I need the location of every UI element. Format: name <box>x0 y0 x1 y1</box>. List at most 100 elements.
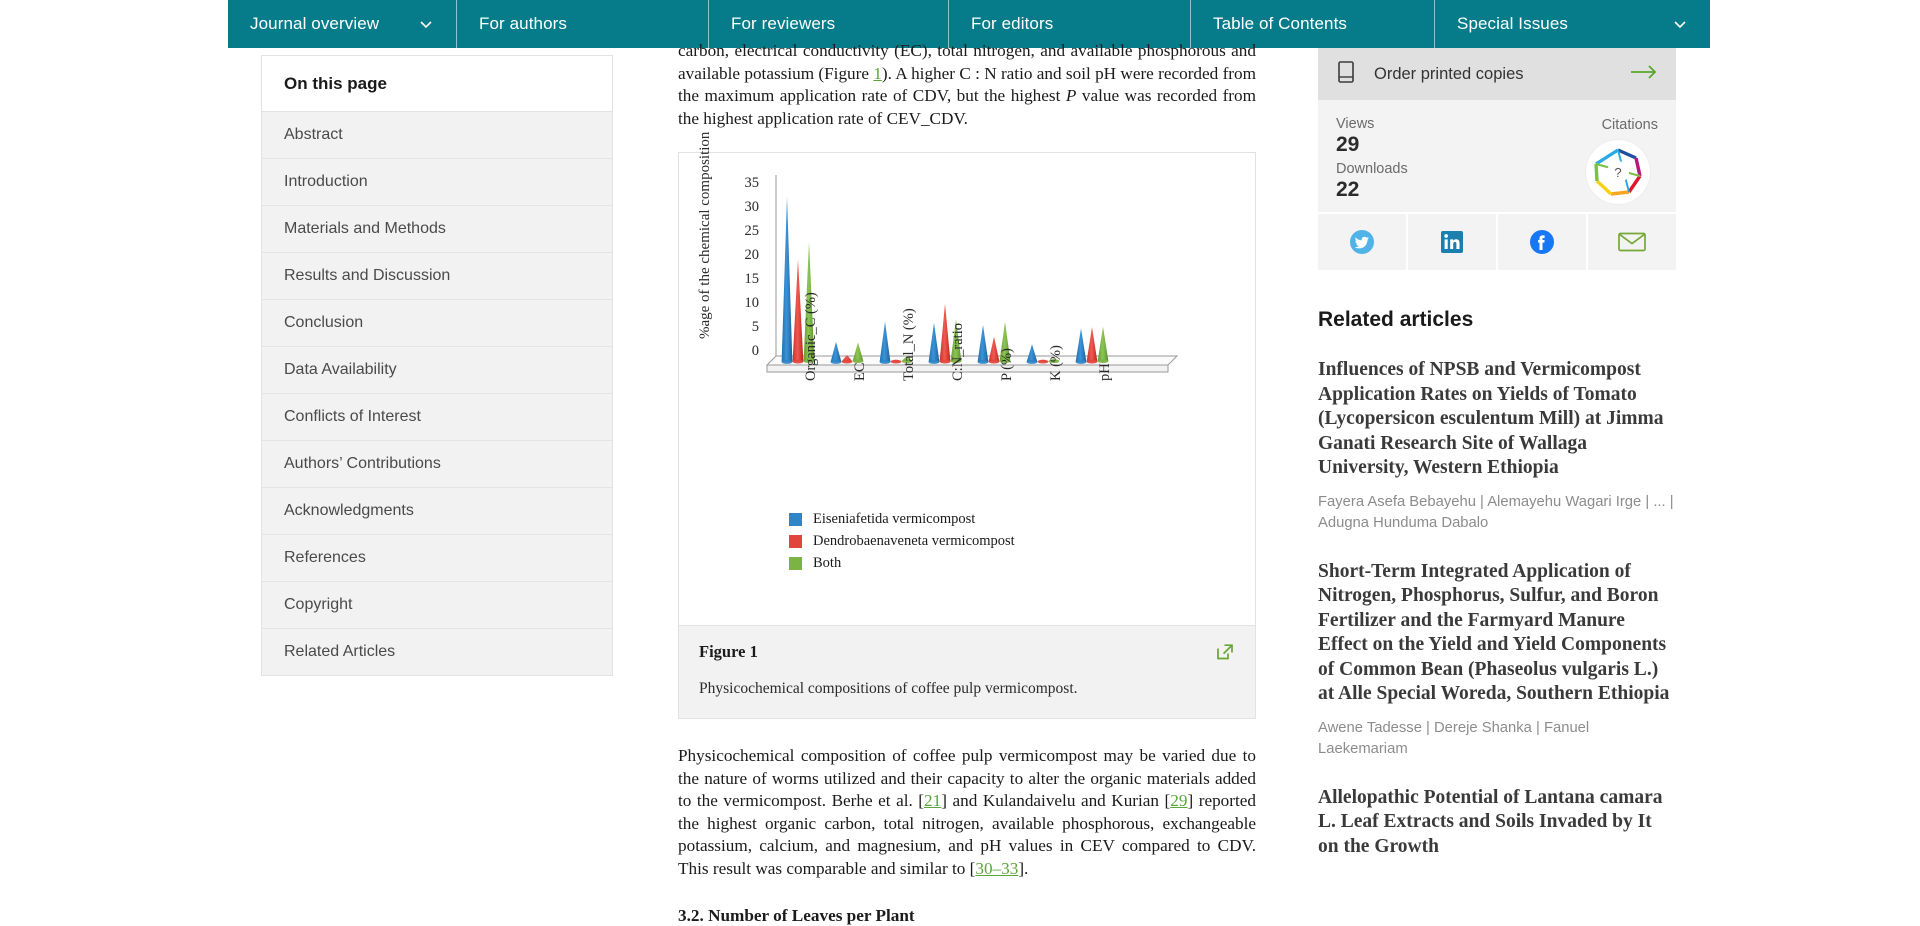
legend-label: Dendrobaenaveneta vermicompost <box>813 533 1015 549</box>
figure-image[interactable]: %age of the chemical composition 35 30 2… <box>679 132 1255 625</box>
sidebar-item-copyright[interactable]: Copyright <box>262 582 612 629</box>
x-tick: EC <box>852 362 868 381</box>
linkedin-icon <box>1441 231 1463 253</box>
x-tick: C:N_ratio <box>950 323 966 381</box>
sidebar-item-abstract[interactable]: Abstract <box>262 112 612 159</box>
citation-link-29[interactable]: 29 <box>1170 791 1187 810</box>
related-article-title[interactable]: Allelopathic Potential of Lantana camara… <box>1318 786 1676 860</box>
y-tick: 15 <box>744 271 760 287</box>
related-article-authors: Fayera Asefa Bebayehu | Alemayehu Wagari… <box>1318 493 1674 531</box>
chart-legend: Eiseniafetida vermicompost Dendrobaenave… <box>789 511 1015 577</box>
order-printed-copies-button[interactable]: Order printed copies <box>1318 48 1676 100</box>
sidebar-item-results-discussion[interactable]: Results and Discussion <box>262 253 612 300</box>
book-icon <box>1336 60 1356 89</box>
altmetric-donut-icon: ? <box>1594 148 1642 196</box>
chart-y-axis-ticks: 35 30 25 20 15 10 5 0 <box>713 153 760 625</box>
chart-y-axis-label: %age of the chemical composition <box>697 131 713 339</box>
x-tick: Organic_C (%) <box>803 292 819 381</box>
section-heading: 3.2. Number of Leaves per Plant <box>678 906 915 925</box>
related-articles-heading: Related articles <box>1318 308 1474 331</box>
sidebar-item-materials-methods[interactable]: Materials and Methods <box>262 206 612 253</box>
sidebar-item-conclusion[interactable]: Conclusion <box>262 300 612 347</box>
share-bar <box>1318 212 1676 270</box>
page-title: On this page <box>262 56 612 112</box>
y-tick: 10 <box>744 295 760 311</box>
citations-label: Citations <box>1601 117 1658 133</box>
sidebar-item-conflicts-interest[interactable]: Conflicts of Interest <box>262 394 612 441</box>
legend-entry: Both <box>789 555 1015 572</box>
altmetric-badge[interactable]: ? <box>1586 140 1650 204</box>
figure-description: Physicochemical compositions of coffee p… <box>699 680 1078 697</box>
share-facebook-button[interactable] <box>1498 214 1588 270</box>
facebook-icon <box>1530 230 1554 254</box>
article-content: carbon, electrical conductivity (EC), to… <box>678 41 1256 926</box>
chevron-down-icon[interactable] <box>1638 16 1688 32</box>
nav-label: For reviewers <box>731 14 836 33</box>
y-tick: 35 <box>744 175 760 191</box>
arrow-right-icon[interactable] <box>1630 64 1658 85</box>
legend-label: Both <box>813 555 842 571</box>
related-article-item[interactable]: Allelopathic Potential of Lantana camara… <box>1318 786 1676 860</box>
share-twitter-button[interactable] <box>1318 214 1408 270</box>
legend-entry: Eiseniafetida vermicompost <box>789 511 1015 528</box>
views-label: Views <box>1336 116 1375 132</box>
legend-swatch-blue <box>789 513 802 526</box>
metrics-counts: Views 29 Downloads 22 <box>1336 116 1408 201</box>
y-tick: 0 <box>751 343 759 359</box>
sidebar-item-acknowledgments[interactable]: Acknowledgments <box>262 488 612 535</box>
paragraph-text: available potassium (Figure <box>678 63 874 83</box>
related-article-title[interactable]: Short-Term Integrated Application of Nit… <box>1318 560 1676 707</box>
paragraph-discussion: Physicochemical composition of coffee pu… <box>678 745 1256 880</box>
related-article-authors: Awene Tadesse | Dereje Shanka | Fanuel L… <box>1318 719 1590 757</box>
sidebar-item-authors-contributions[interactable]: Authors’ Contributions <box>262 441 612 488</box>
y-tick: 25 <box>744 223 760 239</box>
sidebar-item-data-availability[interactable]: Data Availability <box>262 347 612 394</box>
on-this-page-panel: On this page Abstract Introduction Mater… <box>261 55 613 676</box>
nav-item-for-authors[interactable]: For authors <box>456 0 708 48</box>
sidebar-item-references[interactable]: References <box>262 535 612 582</box>
chevron-down-icon[interactable] <box>384 16 434 32</box>
citation-link-21[interactable]: 21 <box>924 791 941 810</box>
email-icon <box>1618 232 1646 252</box>
sidebar-item-introduction[interactable]: Introduction <box>262 159 612 206</box>
page-body: On this page Abstract Introduction Mater… <box>0 41 1920 925</box>
order-label: Order printed copies <box>1374 64 1524 83</box>
share-email-button[interactable] <box>1588 214 1676 270</box>
downloads-label: Downloads <box>1336 161 1408 177</box>
y-tick: 5 <box>751 319 759 335</box>
nav-item-special-issues[interactable]: Special Issues <box>1434 0 1710 48</box>
figure-reference-link[interactable]: 1 <box>873 64 882 83</box>
citations-label-wrap: Citations <box>1602 116 1658 134</box>
x-tick: K (%) <box>1048 345 1064 381</box>
x-tick: P (%) <box>999 348 1015 381</box>
paragraph-line-clipped: carbon, electrical conductivity (EC), to… <box>678 41 1256 60</box>
chart-physicochemical-composition: %age of the chemical composition 35 30 2… <box>679 132 1255 625</box>
nav-label: Special Issues <box>1457 14 1569 33</box>
x-tick: pH <box>1097 363 1113 381</box>
y-tick: 20 <box>744 247 760 263</box>
related-article-item[interactable]: Influences of NPSB and Vermicompost Appl… <box>1318 358 1676 534</box>
legend-label: Eiseniafetida vermicompost <box>813 511 976 527</box>
nav-item-journal-overview[interactable]: Journal overview <box>228 0 456 48</box>
emphasis-p: P <box>1065 86 1077 105</box>
share-linkedin-button[interactable] <box>1408 214 1498 270</box>
nav-label: Journal overview <box>250 14 380 33</box>
paragraph-text: ]. <box>1018 858 1029 878</box>
figure-number: Figure 1 <box>699 642 758 661</box>
related-article-title[interactable]: Influences of NPSB and Vermicompost Appl… <box>1318 358 1676 481</box>
views-value: 29 <box>1336 133 1360 156</box>
legend-swatch-red <box>789 535 802 548</box>
related-article-item[interactable]: Short-Term Integrated Application of Nit… <box>1318 560 1676 760</box>
legend-entry: Dendrobaenaveneta vermicompost <box>789 533 1015 550</box>
nav-label: Table of Contents <box>1213 14 1348 33</box>
external-link-icon[interactable] <box>1215 642 1235 662</box>
sidebar-item-related-articles[interactable]: Related Articles <box>262 629 612 675</box>
article-metrics: Views 29 Downloads 22 Citations ? <box>1318 100 1676 212</box>
citation-link-30-33[interactable]: 30–33 <box>975 859 1018 878</box>
paragraph-text: ] and Kulandaivelu and Kurian [ <box>941 791 1171 810</box>
x-tick: Total_N (%) <box>901 308 917 381</box>
nav-label: For editors <box>971 14 1054 33</box>
twitter-icon <box>1350 230 1374 254</box>
figure-1-block: %age of the chemical composition 35 30 2… <box>678 132 1256 719</box>
right-sidebar: Order printed copies Views 29 Downloads … <box>1318 48 1676 859</box>
